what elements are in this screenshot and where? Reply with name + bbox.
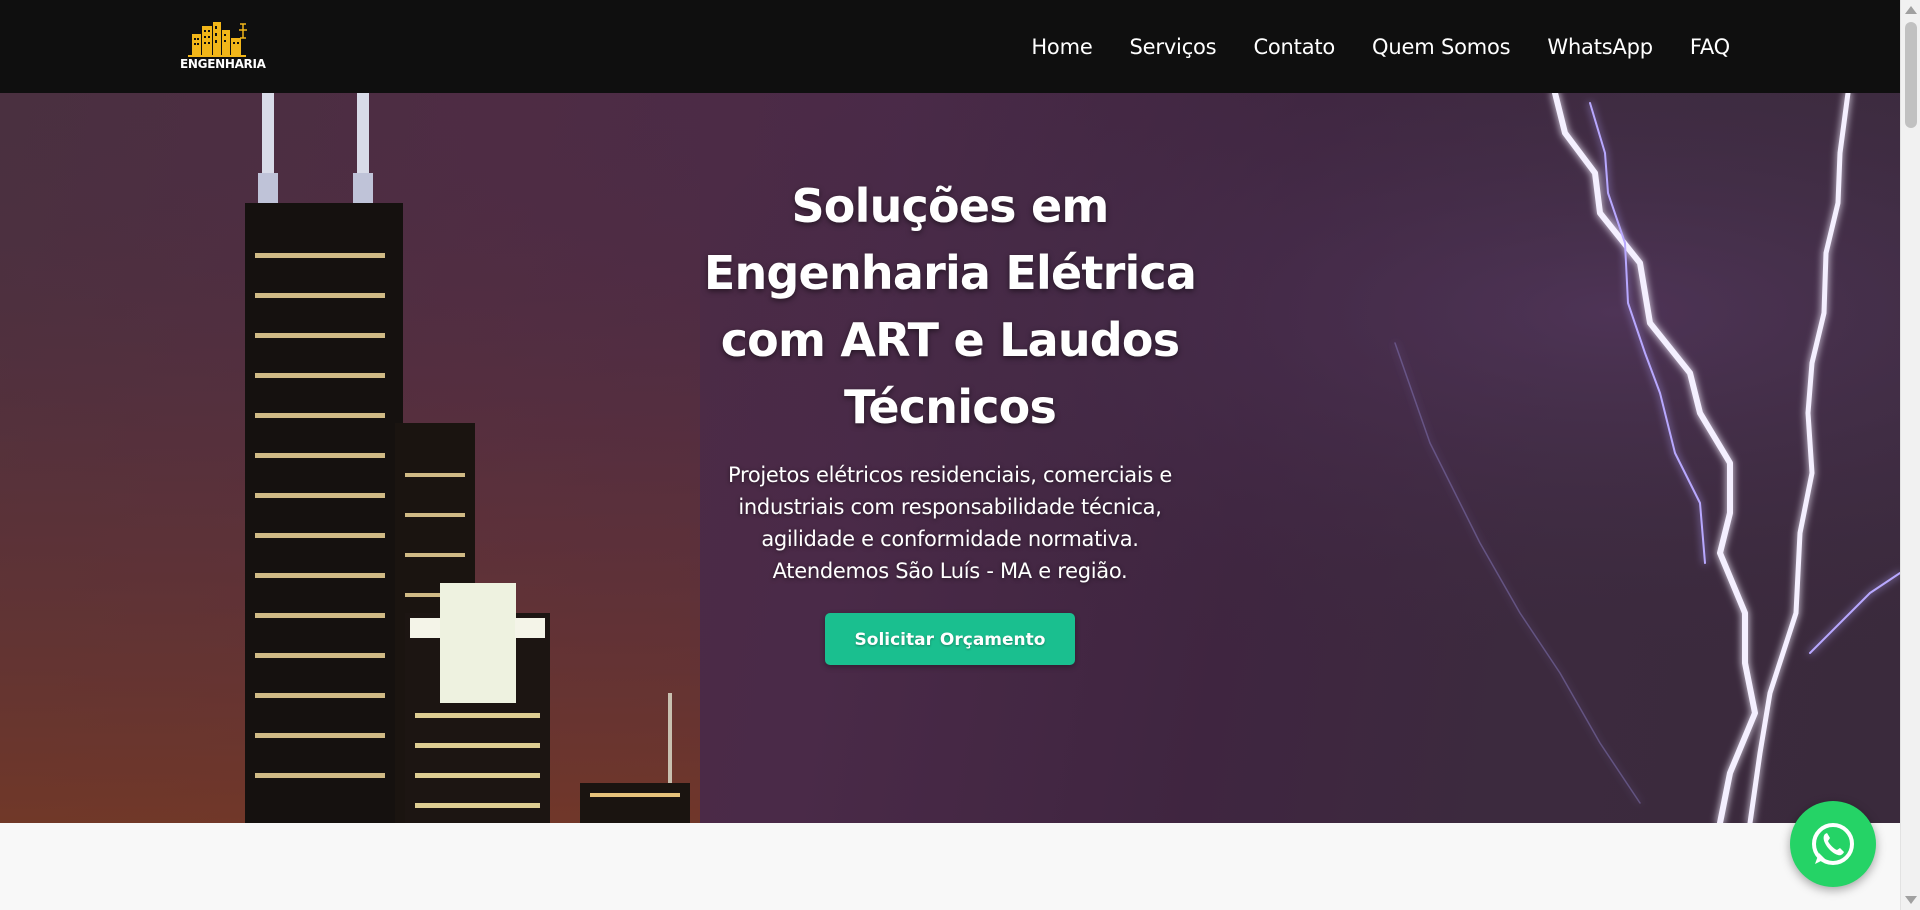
- main-nav: Home Serviços Contato Quem Somos WhatsAp…: [1031, 0, 1730, 93]
- nav-link-servicos[interactable]: Serviços: [1130, 35, 1217, 59]
- logo-text: ENGENHARIA: [180, 57, 266, 71]
- nav-link-whatsapp[interactable]: WhatsApp: [1547, 35, 1653, 59]
- hero-subtitle: Projetos elétricos residenciais, comerci…: [727, 463, 1173, 583]
- hero-section: Soluções em Engenharia Elétrica com ART …: [0, 93, 1900, 823]
- hero-content: Soluções em Engenharia Elétrica com ART …: [650, 173, 1250, 665]
- whatsapp-float-button[interactable]: [1790, 801, 1876, 887]
- nav-link-faq[interactable]: FAQ: [1690, 35, 1730, 59]
- scroll-thumb[interactable]: [1905, 22, 1917, 128]
- page-scrollbar[interactable]: [1900, 0, 1920, 910]
- request-quote-button[interactable]: Solicitar Orçamento: [825, 613, 1075, 665]
- scroll-up-arrow-icon[interactable]: [1905, 6, 1917, 14]
- hero-title: Soluções em Engenharia Elétrica com ART …: [703, 179, 1197, 434]
- building-logo-icon: [188, 22, 247, 57]
- navbar: ENGENHARIA Home Serviços Contato Quem So…: [0, 0, 1900, 94]
- page: ENGENHARIA Home Serviços Contato Quem So…: [0, 0, 1920, 910]
- nav-link-home[interactable]: Home: [1031, 35, 1092, 59]
- nav-link-quem-somos[interactable]: Quem Somos: [1372, 35, 1511, 59]
- scroll-down-arrow-icon[interactable]: [1905, 896, 1917, 904]
- nav-link-contato[interactable]: Contato: [1253, 35, 1335, 59]
- whatsapp-icon: [1812, 823, 1854, 865]
- logo[interactable]: ENGENHARIA: [180, 20, 266, 72]
- next-section: [0, 823, 1900, 910]
